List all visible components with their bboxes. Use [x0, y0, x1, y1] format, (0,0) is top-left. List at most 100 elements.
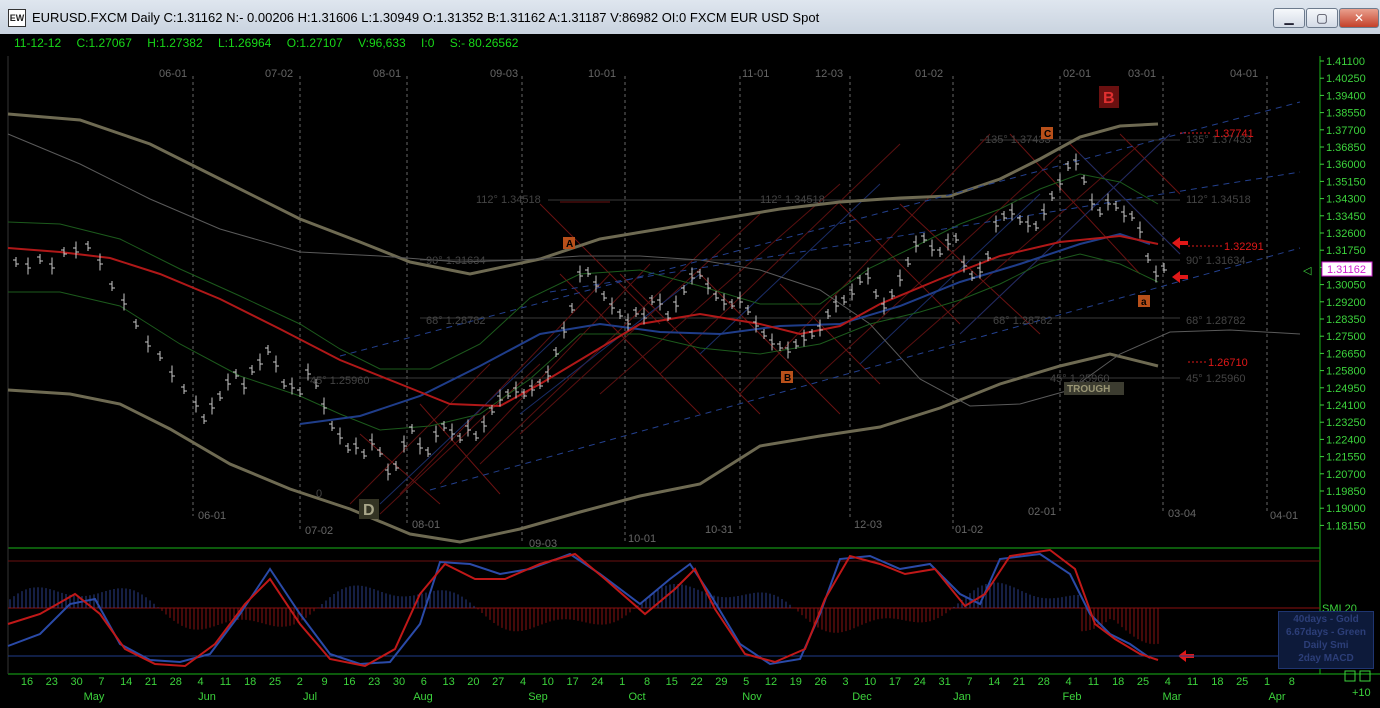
day-label: 10 — [542, 676, 554, 688]
angle-labels: 135° 1.37433 135° 1.37433 112° 1.34518 1… — [310, 134, 1252, 500]
top-date-label: 10-01 — [588, 68, 616, 80]
legend-item: Daily Smi — [1303, 640, 1349, 651]
day-label: 20 — [467, 676, 479, 688]
smi-line — [7, 552, 1151, 666]
angle-label: 45° 1.25960 — [1186, 373, 1245, 385]
bottom-date-label: 10-31 — [705, 524, 733, 536]
minimize-button[interactable]: ▁ — [1273, 8, 1305, 28]
pivot-C: C — [1044, 129, 1051, 140]
day-label: 14 — [120, 676, 132, 688]
day-label: 11 — [1088, 676, 1099, 688]
bottom-date-label: 07-02 — [305, 525, 333, 537]
price-tick-label: 1.37700 — [1326, 125, 1366, 137]
trough-label: TROUGH — [1067, 384, 1110, 395]
month-label: Jan — [953, 691, 971, 703]
gray-average — [7, 133, 1301, 407]
price-tick-label: 1.19000 — [1326, 503, 1366, 515]
level-markers: 1.37741 1.32291 1.26710 — [1180, 128, 1264, 369]
price-tick-label: 1.21550 — [1326, 452, 1366, 464]
day-label: 22 — [690, 676, 702, 688]
day-label: 6 — [421, 676, 427, 688]
arrow-left-icon — [1172, 237, 1188, 249]
price-chart[interactable]: 1.41100 1.40250 1.39400 1.38550 1.37700 1.368… — [0, 34, 1380, 708]
bottom-date-label: 04-01 — [1270, 510, 1298, 522]
day-label: 24 — [914, 676, 926, 688]
indicator-legend: 40days - Gold 6.67days - Green Daily Smi… — [1278, 611, 1374, 669]
angle-label: 45° 1.25960 — [310, 375, 369, 387]
angle-label: 90° 1.31634 — [426, 255, 485, 267]
month-label: Jun — [198, 691, 216, 703]
title-bar: EW EURUSD.FXCM Daily C:1.31162 N:- 0.002… — [0, 0, 1380, 35]
day-label: 25 — [1137, 676, 1149, 688]
price-tick-label: 1.35150 — [1326, 176, 1366, 188]
gann-line — [439, 263, 651, 485]
day-label: 18 — [244, 676, 256, 688]
green-upper-band — [7, 173, 1159, 370]
scroll-box-icon[interactable] — [1344, 670, 1356, 682]
month-label: Apr — [1268, 691, 1285, 703]
price-tick-label: 1.25800 — [1326, 366, 1366, 378]
price-tick-label: 1.30050 — [1326, 280, 1366, 292]
top-date-label: 06-01 — [159, 68, 187, 80]
level-label: 1.26710 — [1208, 357, 1248, 369]
bottom-date-label: 08-01 — [412, 519, 440, 531]
gann-line — [1119, 133, 1181, 195]
top-date-label: 08-01 — [373, 68, 401, 80]
angle-label: 112° 1.34518 — [476, 194, 541, 206]
day-label: 24 — [591, 676, 603, 688]
window-title: EURUSD.FXCM Daily C:1.31162 N:- 0.00206 … — [32, 10, 820, 25]
day-label: 4 — [198, 676, 204, 688]
day-label: 19 — [790, 676, 802, 688]
month-gridlines — [192, 76, 1268, 542]
day-label: 5 — [743, 676, 749, 688]
current-price-text: 1.31162 — [1327, 264, 1366, 276]
month-label: Mar — [1163, 691, 1182, 703]
price-tick-label: 1.26650 — [1326, 348, 1366, 360]
month-label: Oct — [628, 691, 645, 703]
top-date-label: 12-03 — [815, 68, 843, 80]
day-label: 23 — [368, 676, 380, 688]
price-tick-label: 1.39400 — [1326, 90, 1366, 102]
angle-label: 112° 1.34518 — [760, 194, 825, 206]
day-label: 25 — [1236, 676, 1248, 688]
day-label: 12 — [765, 676, 777, 688]
green-lower-band — [8, 253, 1159, 431]
angle-label: 68° 1.28782 — [1186, 315, 1245, 327]
day-label: 11 — [1187, 676, 1198, 688]
day-label: 18 — [1112, 676, 1124, 688]
chart-area[interactable]: 11-12-12 C:1.27067 H:1.27382 L:1.26964 O… — [0, 34, 1380, 708]
day-label: 28 — [170, 676, 182, 688]
day-label: 21 — [1013, 676, 1025, 688]
zoom-control[interactable]: +10 — [1352, 687, 1371, 699]
gann-line — [519, 273, 701, 415]
pivot-a: a — [1141, 297, 1147, 308]
app-icon[interactable]: EW — [8, 9, 26, 27]
day-label: 26 — [814, 676, 826, 688]
price-tick-label: 1.31750 — [1326, 245, 1366, 257]
gann-line — [619, 273, 761, 415]
close-button[interactable]: ✕ — [1339, 8, 1379, 28]
price-tick-label: 1.40250 — [1326, 73, 1366, 85]
day-label: 30 — [393, 676, 405, 688]
bottom-date-label: 01-02 — [955, 524, 983, 536]
gann-line — [859, 193, 1041, 365]
day-label: 9 — [322, 676, 328, 688]
scroll-box-icon[interactable] — [1359, 670, 1371, 682]
day-label: 23 — [46, 676, 58, 688]
red-arrows — [1172, 237, 1194, 662]
pivot-D: D — [363, 502, 375, 519]
angle-label: 112° 1.34518 — [1186, 194, 1251, 206]
day-label: 14 — [988, 676, 1000, 688]
bottom-date-label: 02-01 — [1028, 506, 1056, 518]
bottom-date-label: 06-01 — [198, 510, 226, 522]
month-label: Aug — [413, 691, 433, 703]
red-moving-average — [7, 234, 1159, 408]
day-label: 16 — [343, 676, 355, 688]
pivot-Bbig: B — [1103, 90, 1115, 107]
price-tick-label: 1.22400 — [1326, 434, 1366, 446]
price-tick-label: 1.27500 — [1326, 331, 1366, 343]
maximize-button[interactable]: ▢ — [1306, 8, 1338, 28]
bottom-date-label: 09-03 — [529, 538, 557, 550]
day-label: 2 — [297, 676, 303, 688]
price-tick-label: 1.33450 — [1326, 211, 1366, 223]
